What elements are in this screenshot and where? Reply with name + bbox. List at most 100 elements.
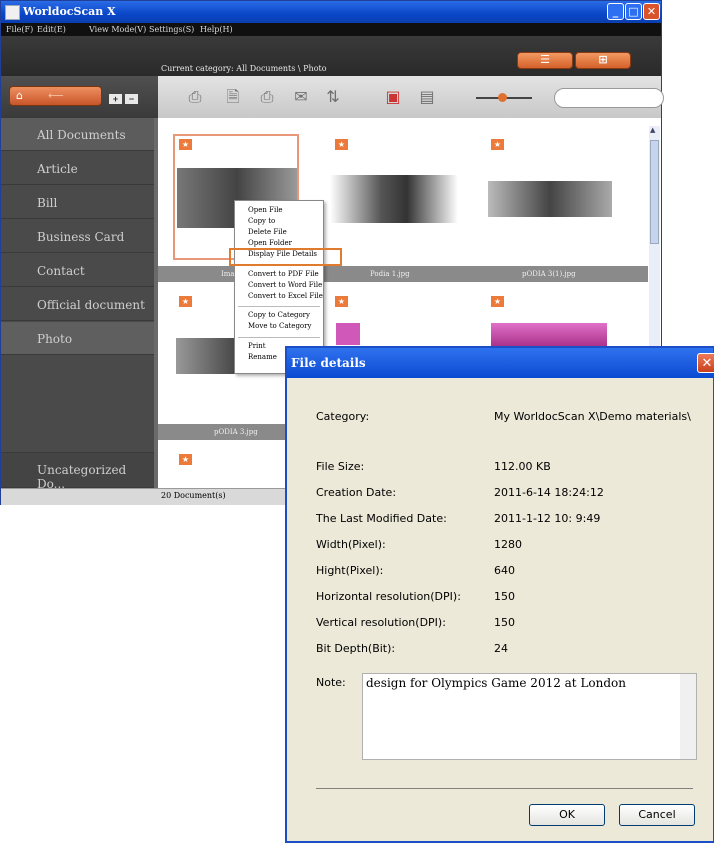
star-icon[interactable]: ★ (491, 296, 504, 307)
sidebar-item-all-documents[interactable]: All Documents (1, 118, 154, 151)
menu-item-delete-file[interactable]: Delete File (248, 228, 287, 236)
sidebar-item-official-document[interactable]: Official document (1, 288, 154, 321)
scroll-up-icon[interactable]: ▲ (650, 126, 659, 136)
sidebar-item-bill[interactable]: Bill (1, 186, 154, 219)
category-label: Category: (316, 410, 370, 423)
photo-thumbnail[interactable] (330, 175, 458, 223)
document-icon[interactable]: 🗎 (224, 88, 242, 106)
caption-row: pODIA 3.jpg (158, 424, 286, 440)
note-text: design for Olympics Game 2012 at London (366, 676, 627, 690)
dialog-title-bar: File details (287, 348, 713, 378)
maximize-button[interactable]: □ (625, 3, 642, 20)
pdf-icon[interactable]: ▣ (384, 88, 402, 106)
menu-bar: File(F) Edit(E) View Mode(V) Settings(S)… (1, 23, 661, 36)
note-scrollbar[interactable] (680, 674, 696, 759)
category-bar: Current category: All Documents \ Photo … (1, 36, 661, 76)
menu-item-convert-pdf[interactable]: Convert to PDF File (248, 270, 319, 278)
document-count: 20 Document(s) (161, 491, 226, 500)
menu-item-print[interactable]: Print (248, 342, 266, 350)
close-button[interactable]: ✕ (643, 3, 660, 20)
menu-item-rename[interactable]: Rename (248, 353, 277, 361)
add-category-icon[interactable]: + (109, 94, 122, 104)
width-label: Width(Pixel): (316, 538, 386, 551)
menu-item-copy-to[interactable]: Copy to (248, 217, 275, 225)
file-caption[interactable]: Podia 1.jpg (370, 266, 410, 282)
menu-separator (238, 337, 320, 338)
menu-item-convert-word[interactable]: Convert to Word File (248, 281, 322, 289)
sidebar-item-article[interactable]: Article (1, 152, 154, 185)
current-category-label: Current category: All Documents \ Photo (161, 64, 327, 73)
menu-settings[interactable]: Settings(S) (149, 25, 194, 34)
star-icon[interactable]: ★ (179, 139, 192, 150)
email-icon[interactable]: ✉ (292, 88, 310, 106)
scrollbar-thumb[interactable] (650, 140, 659, 244)
photo-thumbnail[interactable] (488, 181, 612, 217)
bit-depth-label: Bit Depth(Bit): (316, 642, 396, 655)
creation-date-value: 2011-6-14 18:24:12 (494, 486, 604, 499)
search-input[interactable] (554, 88, 664, 108)
dialog-close-button[interactable]: ✕ (697, 353, 714, 373)
height-label: Hight(Pixel): (316, 564, 384, 577)
menu-help[interactable]: Help(H) (200, 25, 233, 34)
file-caption[interactable]: pODIA 3.jpg (214, 424, 258, 440)
modified-date-value: 2011-1-12 10: 9:49 (494, 512, 601, 525)
export-icon[interactable]: ▤ (418, 88, 436, 106)
home-back-button[interactable]: ⌂ ⟵ (9, 86, 102, 106)
caption-row: Imag Podia 1.jpg pODIA 3(1).jpg (158, 266, 648, 282)
category-value: My WorldocScan X\Demo materials\ (494, 410, 691, 423)
bit-depth-value: 24 (494, 642, 508, 655)
star-icon[interactable]: ★ (335, 296, 348, 307)
home-icon: ⌂ (16, 89, 23, 102)
menu-edit[interactable]: Edit(E) (37, 25, 66, 34)
menu-file[interactable]: File(F) (6, 25, 33, 34)
sort-icon[interactable]: ⇅ (324, 88, 342, 106)
zoom-slider-thumb[interactable] (498, 93, 507, 102)
sidebar-item-business-card[interactable]: Business Card (1, 220, 154, 253)
photo-thumbnail[interactable] (491, 323, 607, 347)
file-caption[interactable]: pODIA 3(1).jpg (522, 266, 576, 282)
menu-item-copy-to-category[interactable]: Copy to Category (248, 311, 310, 319)
file-size-value: 112.00 KB (494, 460, 551, 473)
width-value: 1280 (494, 538, 522, 551)
minimize-button[interactable]: _ (607, 3, 624, 20)
sidebar-item-uncategorized[interactable]: Uncategorized Do... (1, 452, 154, 491)
title-bar: WorldocScan X _ □ ✕ (1, 1, 661, 23)
list-view-button[interactable]: ☰ (517, 52, 573, 69)
sidebar-item-photo[interactable]: Photo (1, 322, 154, 355)
file-details-dialog: File details ✕ Category: My WorldocScan … (285, 346, 714, 843)
window-title: WorldocScan X (23, 5, 116, 18)
creation-date-label: Creation Date: (316, 486, 397, 499)
height-value: 640 (494, 564, 515, 577)
menu-item-convert-excel[interactable]: Convert to Excel File (248, 292, 323, 300)
back-arrow-icon: ⟵ (48, 89, 64, 102)
horizontal-dpi-label: Horizontal resolution(DPI): (316, 590, 461, 603)
horizontal-dpi-value: 150 (494, 590, 515, 603)
grid-view-button[interactable]: ⊞ (575, 52, 631, 69)
star-icon[interactable]: ★ (491, 139, 504, 150)
nav-bar: ⌂ ⟵ + − (1, 76, 158, 118)
print-icon[interactable]: ⎙ (258, 88, 276, 106)
note-textarea[interactable]: design for Olympics Game 2012 at London (362, 673, 697, 760)
menu-separator (238, 306, 320, 307)
import-icon[interactable]: ⎙ (186, 88, 204, 106)
remove-category-icon[interactable]: − (125, 94, 138, 104)
photo-thumbnail[interactable] (336, 323, 360, 345)
note-label: Note: (316, 676, 346, 689)
app-icon (5, 5, 20, 20)
sidebar-item-contact[interactable]: Contact (1, 254, 154, 287)
star-icon[interactable]: ★ (179, 296, 192, 307)
modified-date-label: The Last Modified Date: (316, 512, 447, 525)
menu-item-move-to-category[interactable]: Move to Category (248, 322, 311, 330)
star-icon[interactable]: ★ (335, 139, 348, 150)
cancel-button[interactable]: Cancel (619, 804, 695, 826)
ok-button[interactable]: OK (529, 804, 605, 826)
category-sidebar: All Documents Article Bill Business Card… (1, 118, 154, 491)
toolbar: ⎙ 🗎 ⎙ ✉ ⇅ ▣ ▤ (158, 76, 664, 118)
menu-item-open-folder[interactable]: Open Folder (248, 239, 292, 247)
photo-thumbnail[interactable] (176, 338, 238, 374)
star-icon[interactable]: ★ (179, 454, 192, 465)
vertical-dpi-label: Vertical resolution(DPI): (316, 616, 446, 629)
menu-view-mode[interactable]: View Mode(V) (89, 25, 146, 34)
file-size-label: File Size: (316, 460, 365, 473)
menu-item-open-file[interactable]: Open File (248, 206, 283, 214)
